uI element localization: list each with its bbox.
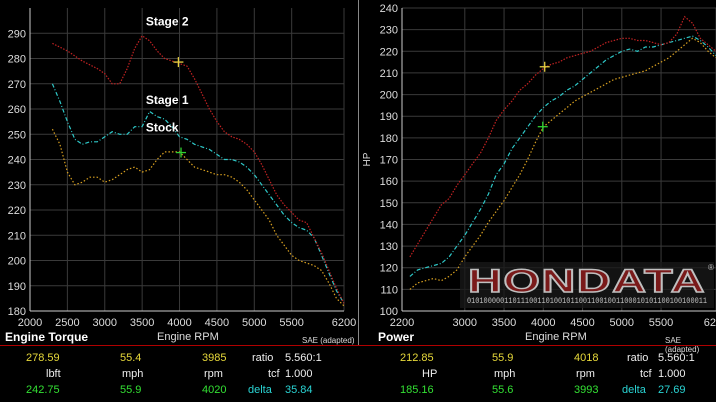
power-value-stock: 185.16 [400,384,434,396]
power-panel-title: Power [378,330,415,344]
power-x-axis-label: Engine RPM [525,331,587,343]
torque-rpm-stock: 4020 [202,384,227,396]
power-y-tick-label: 150 [380,198,398,210]
torque-y-tick-label: 220 [8,205,26,217]
torque-tcf-label: tcf [268,368,280,380]
torque-x-tick-label: 4500 [205,317,229,329]
torque-tcf-value: 1.000 [285,368,313,380]
torque-unit: lbft [46,368,61,380]
power-ratio-value: 5.560:1 [658,352,695,364]
stats-divider [0,345,716,346]
torque-y-tick-label: 260 [8,104,26,116]
power-tcf-label: tcf [640,368,652,380]
torque-sae-note: SAE (adapted) [302,336,355,345]
power-y-tick-label: 160 [380,176,398,188]
hondata-registered-mark: ® [708,263,714,272]
torque-speed-stock: 55.9 [120,384,142,396]
torque-y-tick-label: 290 [8,28,26,40]
torque-series-stage2 [52,34,345,304]
torque-rpm-stage2: 3985 [202,352,227,364]
torque-series-stage1 [51,83,345,304]
power-delta-value: 27.69 [658,384,686,396]
torque-x-tick-label: 4000 [167,317,191,329]
power-y-tick-label: 220 [380,46,398,58]
power-y-tick-label: 110 [380,284,398,296]
torque-x-tick-label: 3500 [130,317,154,329]
power-value-stage2: 212.85 [400,352,434,364]
power-y-axis-title: HP [362,152,373,166]
hondata-logo: HONDATA ® 01010000011011100110100101100110… [460,262,714,308]
power-y-tick-label: 180 [380,133,398,145]
power-rpm-stock: 3993 [574,384,599,396]
power-y-tick-label: 200 [380,90,398,102]
torque-y-tick-label: 200 [8,256,26,268]
torque-value-stage2: 278.59 [26,352,60,364]
power-x-tick-label: 4500 [570,317,594,329]
power-y-tick-label: 230 [380,25,398,37]
torque-x-tick-label: 6200 [332,317,356,329]
power-x-tick-label: 3500 [492,317,516,329]
power-speed-stock: 55.6 [492,384,514,396]
torque-x-tick-label: 2500 [55,317,79,329]
power-y-tick-label: 190 [380,111,398,123]
torque-ratio-value: 5.560:1 [285,352,322,364]
power-x-tick-label: 2200 [390,317,414,329]
torque-x-tick-label: 2000 [18,317,42,329]
hondata-logo-binary: 0101000001101110011010010110011001001100… [467,297,707,306]
torque-panel-title: Engine Torque [5,330,89,344]
power-y-tick-label: 240 [380,3,398,15]
power-y-tick-label: 140 [380,219,398,231]
torque-annotation-stage-2: Stage 2 [146,15,189,29]
torque-annotation-stock: Stock [146,121,179,135]
power-rpm-stage2: 4018 [574,352,599,364]
power-speed-unit: mph [494,368,516,380]
torque-x-tick-label: 5500 [279,317,303,329]
torque-y-tick-label: 280 [8,54,26,66]
torque-value-stock: 242.75 [26,384,60,396]
power-y-tick-label: 210 [380,68,398,80]
torque-y-tick-label: 190 [8,281,26,293]
torque-x-tick-label: 5000 [242,317,266,329]
torque-speed-unit: mph [122,368,144,380]
torque-rpm-unit: rpm [204,368,223,380]
torque-plot: 1801902002102202302402502602702802902000… [8,8,356,329]
torque-series-stock [51,128,345,307]
power-series-stage2 [409,15,716,258]
torque-y-tick-label: 270 [8,79,26,91]
torque-annotation-stage-1: Stage 1 [146,93,189,107]
torque-ratio-label: ratio [252,352,274,364]
power-y-tick-label: 130 [380,241,398,253]
power-x-tick-label: 5500 [649,317,673,329]
power-x-tick-label: 5000 [610,317,634,329]
torque-y-tick-label: 210 [8,230,26,242]
torque-y-tick-label: 240 [8,155,26,167]
power-x-tick-label: 6200 [704,317,716,329]
power-speed-stage2: 55.9 [492,352,514,364]
torque-delta-label: delta [248,384,272,396]
power-tcf-value: 1.000 [658,368,686,380]
power-x-tick-label: 3000 [453,317,477,329]
power-series-stock [409,37,716,290]
torque-x-tick-label: 3000 [93,317,117,329]
torque-y-tick-label: 250 [8,129,26,141]
hondata-logo-text: HONDATA [468,263,706,299]
torque-y-tick-label: 230 [8,180,26,192]
power-ratio-label: ratio [627,352,649,364]
power-series-stage1 [409,35,716,277]
torque-x-axis-label: Engine RPM [157,331,219,343]
power-y-tick-label: 120 [380,263,398,275]
torque-speed-stage2: 55.4 [120,352,142,364]
power-y-tick-label: 170 [380,155,398,167]
power-unit: HP [422,368,438,380]
panel-divider [358,0,359,346]
torque-delta-value: 35.84 [285,384,313,396]
power-delta-label: delta [622,384,646,396]
power-x-tick-label: 4000 [531,317,555,329]
power-rpm-unit: rpm [576,368,595,380]
